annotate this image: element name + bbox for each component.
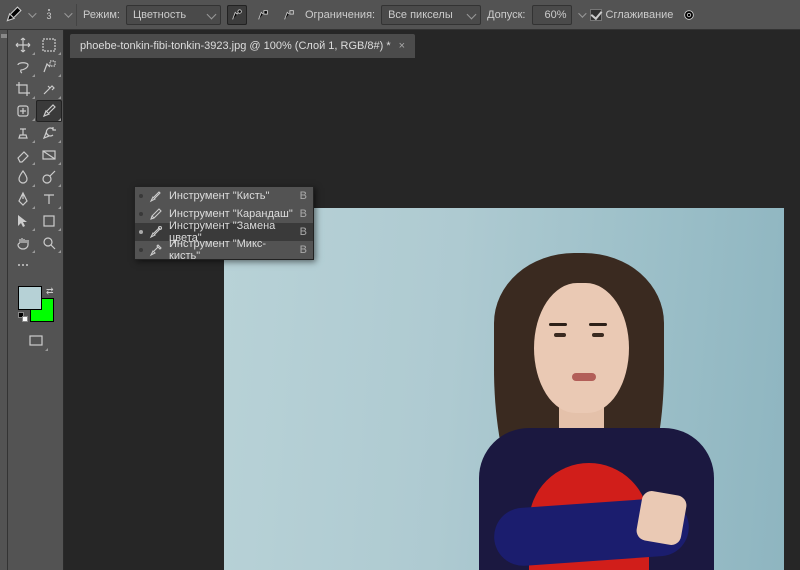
flyout-shortcut: B — [300, 226, 307, 238]
document-tabbar: phoebe-tonkin-fibi-tonkin-3923.jpg @ 100… — [64, 30, 800, 58]
brush-size-dropdown[interactable] — [64, 9, 72, 17]
flyout-item-mixer-brush[interactable]: Инструмент "Микс-кисть" B — [135, 241, 313, 259]
shape-tool[interactable] — [36, 210, 62, 232]
photo-content — [224, 208, 784, 570]
blur-tool[interactable] — [10, 166, 36, 188]
clone-stamp-tool[interactable] — [10, 122, 36, 144]
rect-marquee-tool[interactable] — [36, 34, 62, 56]
mode-select[interactable]: Цветность — [126, 5, 221, 25]
flyout-radio-icon — [139, 194, 143, 198]
flyout-radio-icon — [139, 230, 143, 234]
limits-label: Ограничения: — [305, 9, 375, 21]
hand-tool[interactable] — [10, 232, 36, 254]
document-tab-title: phoebe-tonkin-fibi-tonkin-3923.jpg @ 100… — [80, 40, 391, 52]
mixer-brush-icon — [149, 243, 163, 257]
edit-toolbar-button[interactable] — [36, 254, 62, 276]
sampling-continuous-button[interactable] — [227, 5, 247, 25]
gradient-tool[interactable] — [36, 144, 62, 166]
mode-value: Цветность — [133, 9, 186, 21]
lasso-tool[interactable] — [10, 56, 36, 78]
tolerance-input[interactable]: 60% — [532, 5, 572, 25]
close-tab-icon[interactable]: × — [399, 40, 405, 52]
crop-tool[interactable] — [10, 78, 36, 100]
photo-subject — [399, 243, 699, 570]
tolerance-value: 60% — [544, 9, 566, 21]
swap-colors-icon[interactable]: ⇄ — [46, 286, 54, 297]
screen-mode-button[interactable] — [23, 330, 49, 352]
tolerance-label: Допуск: — [487, 9, 525, 21]
sampling-bg-swatch-button[interactable] — [279, 5, 299, 25]
options-bar: 3 Режим: Цветность Ограничения: Все пикс… — [0, 0, 800, 30]
healing-brush-tool[interactable] — [10, 100, 36, 122]
color-replacement-icon — [149, 225, 163, 239]
panel-collapse-strip[interactable] — [0, 30, 8, 570]
tools-panel: ⇄ — [8, 30, 64, 570]
dodge-tool[interactable] — [36, 166, 62, 188]
anti-alias-checkbox[interactable]: Сглаживание — [590, 9, 674, 21]
flyout-radio-icon — [139, 212, 143, 216]
limits-select[interactable]: Все пикселы — [381, 5, 481, 25]
brush-tool[interactable] — [36, 100, 62, 122]
quick-select-tool[interactable] — [36, 56, 62, 78]
flyout-radio-icon — [139, 248, 143, 252]
brush-tool-flyout: Инструмент "Кисть" B Инструмент "Каранда… — [134, 186, 314, 260]
sampling-once-button[interactable] — [253, 5, 273, 25]
document-area: phoebe-tonkin-fibi-tonkin-3923.jpg @ 100… — [64, 30, 800, 570]
tool-preset-dropdown[interactable] — [28, 9, 36, 17]
more-tools[interactable] — [10, 254, 36, 276]
flyout-label: Инструмент "Микс-кисть" — [169, 238, 294, 262]
flyout-shortcut: B — [300, 244, 307, 256]
path-select-tool[interactable] — [10, 210, 36, 232]
flyout-shortcut: B — [300, 190, 307, 202]
brush-icon — [149, 189, 163, 203]
color-replacement-icon — [4, 6, 22, 24]
collapse-handle-icon — [1, 34, 7, 38]
eyedropper-tool[interactable] — [36, 78, 62, 100]
flyout-label: Инструмент "Кисть" — [169, 190, 294, 202]
pen-tool[interactable] — [10, 188, 36, 210]
checkbox-icon — [590, 9, 602, 21]
color-swatches[interactable]: ⇄ — [16, 284, 56, 324]
flyout-item-brush[interactable]: Инструмент "Кисть" B — [135, 187, 313, 205]
canvas-area[interactable]: Инструмент "Кисть" B Инструмент "Каранда… — [64, 58, 800, 570]
default-colors-icon[interactable] — [18, 312, 28, 322]
anti-alias-label: Сглаживание — [606, 9, 674, 21]
zoom-tool[interactable] — [36, 232, 62, 254]
pencil-icon — [149, 207, 163, 221]
foreground-color-swatch[interactable] — [18, 286, 42, 310]
brush-size-picker[interactable]: 3 — [40, 6, 58, 24]
eraser-tool[interactable] — [10, 144, 36, 166]
limits-value: Все пикселы — [388, 9, 453, 21]
canvas[interactable] — [224, 208, 784, 570]
document-tab[interactable]: phoebe-tonkin-fibi-tonkin-3923.jpg @ 100… — [70, 34, 415, 58]
separator — [76, 4, 77, 26]
move-tool[interactable] — [10, 34, 36, 56]
brush-size-value: 3 — [46, 11, 51, 21]
mode-label: Режим: — [83, 9, 120, 21]
tolerance-dropdown[interactable] — [578, 9, 586, 17]
flyout-label: Инструмент "Карандаш" — [169, 208, 294, 220]
history-brush-tool[interactable] — [36, 122, 62, 144]
pressure-size-button[interactable] — [679, 5, 699, 25]
type-tool[interactable] — [36, 188, 62, 210]
flyout-shortcut: B — [300, 208, 307, 220]
